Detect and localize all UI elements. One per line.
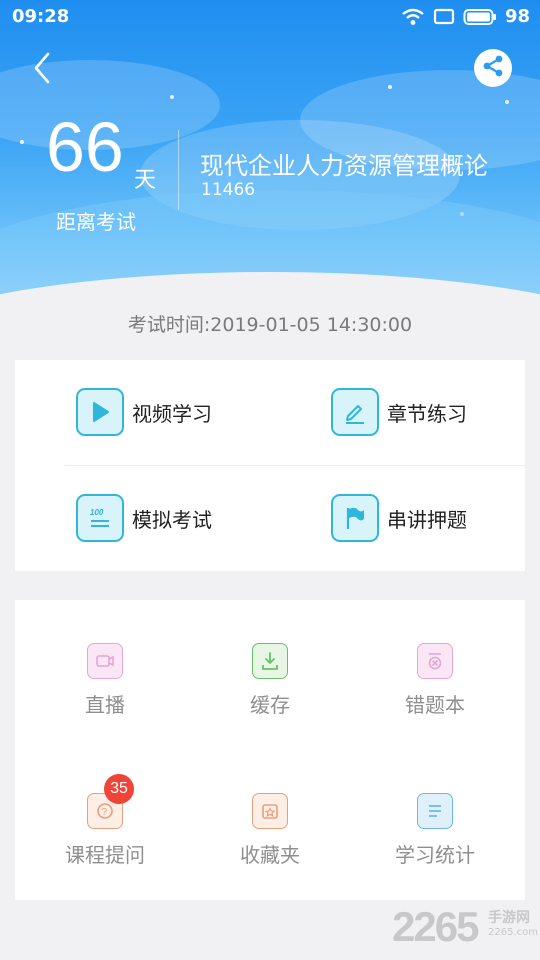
course-questions-button[interactable]: ? 课程提问 — [20, 793, 190, 868]
exam-time: 考试时间:2019-01-05 14:30:00 — [127, 314, 413, 336]
key-points-button[interactable]: 串讲押题 — [331, 494, 467, 542]
wrong-book-label: 错题本 — [405, 693, 465, 717]
star-decoration — [505, 100, 509, 104]
wrong-book-button[interactable]: 错题本 — [350, 643, 520, 718]
wifi-icon — [401, 8, 425, 26]
battery-icon — [463, 8, 497, 26]
star-decoration — [20, 140, 24, 144]
live-button[interactable]: 直播 — [20, 643, 190, 718]
status-time: 09:28 — [12, 6, 70, 27]
watermark-text: 手游网 — [488, 910, 530, 926]
favorite-icon — [252, 793, 288, 829]
course-questions-label: 课程提问 — [65, 843, 145, 867]
share-icon — [481, 54, 505, 82]
status-icons: 98 — [401, 6, 530, 27]
svg-text:100: 100 — [90, 508, 104, 517]
course-code: 11466 — [201, 180, 256, 200]
chevron-left-icon[interactable] — [28, 50, 58, 86]
exam-paper-icon: 100 — [76, 494, 124, 542]
share-button[interactable] — [474, 49, 512, 87]
mock-exam-button[interactable]: 100 模拟考试 — [76, 494, 212, 542]
watermark-logo: 2265 手游网 2265.com — [392, 903, 540, 955]
key-points-label: 串讲押题 — [387, 507, 467, 532]
divider — [178, 130, 179, 210]
favorites-button[interactable]: 收藏夹 — [185, 793, 355, 868]
days-count: 66 — [46, 108, 124, 186]
statistics-label: 学习统计 — [395, 843, 475, 867]
video-study-button[interactable]: 视频学习 — [76, 388, 212, 436]
star-decoration — [388, 85, 392, 89]
cache-button[interactable]: 缓存 — [185, 643, 355, 718]
favorites-label: 收藏夹 — [240, 843, 300, 867]
chapter-practice-label: 章节练习 — [387, 401, 467, 426]
play-icon — [76, 388, 124, 436]
statistics-button[interactable]: 学习统计 — [350, 793, 520, 868]
screen-icon — [433, 8, 455, 26]
watermark-url: 2265.com — [488, 927, 538, 938]
chapter-practice-button[interactable]: 章节练习 — [331, 388, 467, 436]
cache-label: 缓存 — [250, 693, 290, 717]
divider — [65, 465, 525, 466]
notification-badge: 35 — [104, 774, 134, 804]
status-bar: 09:28 98 — [0, 0, 540, 36]
pencil-icon — [331, 388, 379, 436]
days-label: 距离考试 — [56, 210, 136, 234]
days-unit: 天 — [134, 168, 157, 193]
video-study-label: 视频学习 — [132, 401, 212, 426]
course-title: 现代企业人力资源管理概论 — [200, 152, 488, 180]
watermark-number: 2265 — [392, 903, 479, 950]
mock-exam-label: 模拟考试 — [132, 507, 212, 532]
download-icon — [252, 643, 288, 679]
wrong-book-icon — [417, 643, 453, 679]
live-label: 直播 — [85, 693, 125, 717]
flag-icon — [331, 494, 379, 542]
battery-level: 98 — [504, 6, 530, 27]
statistics-icon — [417, 793, 453, 829]
star-decoration — [170, 95, 174, 99]
video-camera-icon — [87, 643, 123, 679]
svg-text:?: ? — [102, 807, 108, 818]
